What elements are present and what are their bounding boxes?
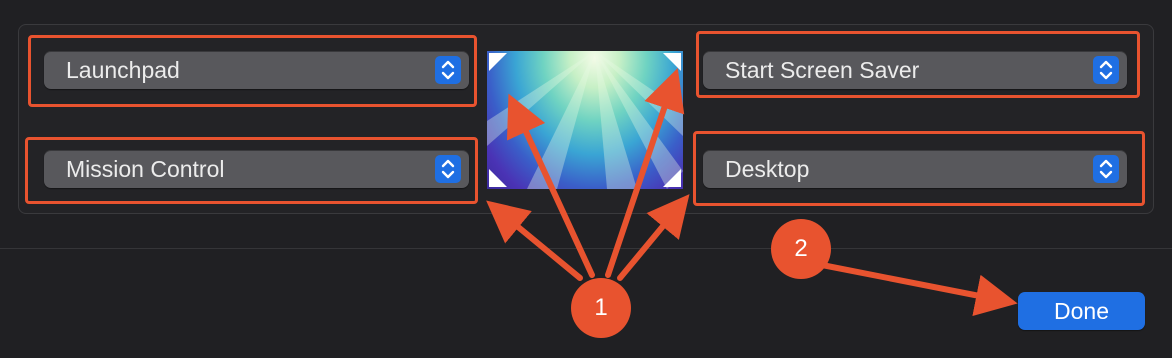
annotation-badge-2: 2 [771,219,831,279]
annotation-badge-1: 1 [571,278,631,338]
